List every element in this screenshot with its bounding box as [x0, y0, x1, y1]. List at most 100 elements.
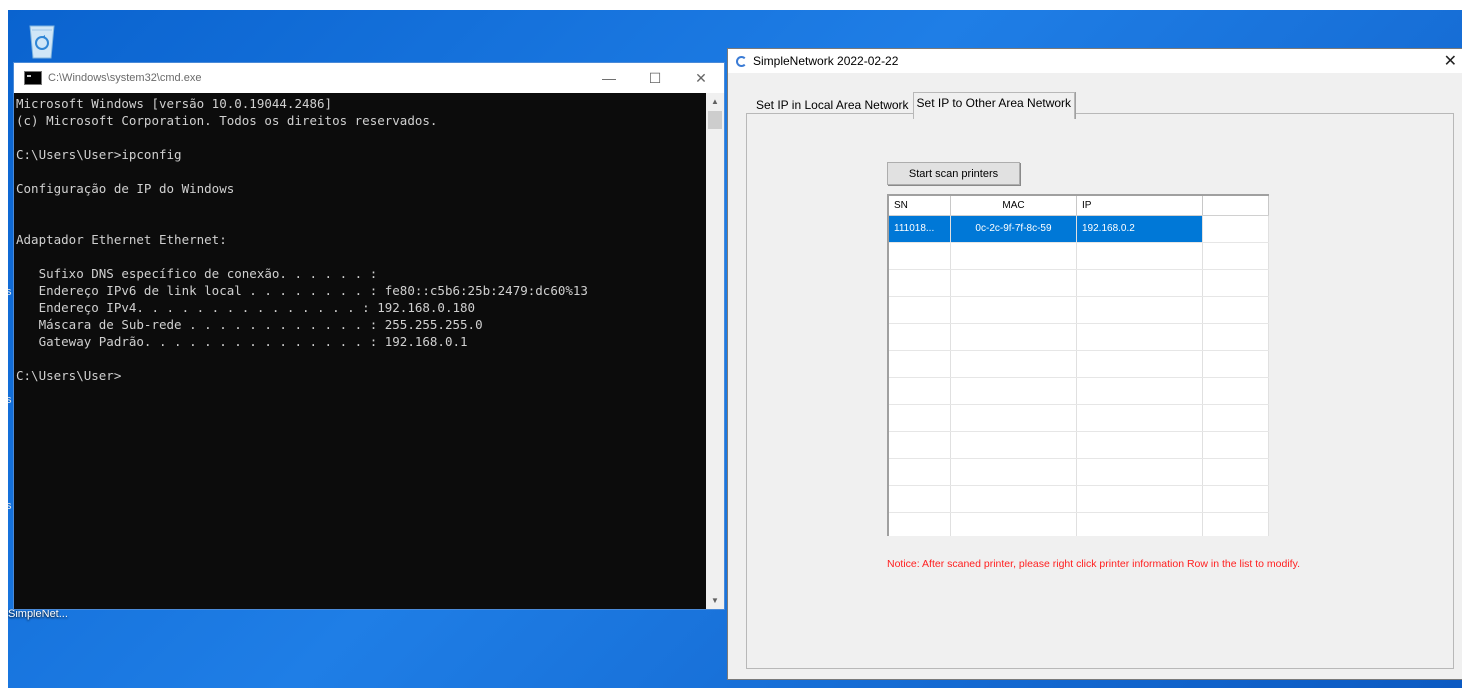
- console-line: Configuração de IP do Windows: [16, 181, 235, 196]
- cell-empty: [951, 297, 1077, 323]
- cell-empty: [889, 513, 951, 536]
- cell-empty: [889, 270, 951, 296]
- cell-sn: 111018...: [889, 216, 951, 242]
- column-header-ip[interactable]: IP: [1077, 196, 1203, 215]
- cmd-app-icon: [24, 71, 42, 85]
- cell-empty: [1203, 216, 1269, 242]
- start-scan-printers-button[interactable]: Start scan printers: [887, 162, 1020, 185]
- console-line: (c) Microsoft Corporation. Todos os dire…: [16, 113, 438, 128]
- cell-empty: [951, 324, 1077, 350]
- maximize-button[interactable]: ☐: [632, 63, 678, 93]
- cell-empty: [889, 486, 951, 512]
- cell-empty: [951, 351, 1077, 377]
- cell-empty: [889, 432, 951, 458]
- table-row-empty: [889, 351, 1269, 378]
- cell-empty: [1077, 297, 1203, 323]
- cell-empty: [889, 297, 951, 323]
- table-row-empty: [889, 270, 1269, 297]
- console-output[interactable]: Microsoft Windows [versão 10.0.19044.248…: [14, 93, 704, 609]
- recycle-bin-icon[interactable]: [22, 22, 62, 60]
- cmd-titlebar[interactable]: C:\Windows\system32\cmd.exe — ☐ ✕: [14, 63, 724, 93]
- close-button[interactable]: ✕: [678, 63, 724, 93]
- cell-empty: [1077, 513, 1203, 536]
- console-line: C:\Users\User>: [16, 368, 122, 383]
- console-line: Gateway Padrão. . . . . . . . . . . . . …: [16, 334, 468, 349]
- cell-ip: 192.168.0.2: [1077, 216, 1203, 242]
- console-line: Endereço IPv6 de link local . . . . . . …: [16, 283, 588, 298]
- table-row-empty: [889, 243, 1269, 270]
- desktop-edge-text: s: [8, 286, 12, 298]
- table-row[interactable]: 111018... 0c-2c-9f-7f-8c-59 192.168.0.2: [889, 216, 1269, 243]
- cell-empty: [889, 378, 951, 404]
- console-line: Adaptador Ethernet Ethernet:: [16, 232, 227, 247]
- column-header-extra[interactable]: [1203, 196, 1269, 215]
- minimize-button[interactable]: —: [586, 63, 632, 93]
- cell-empty: [1203, 297, 1269, 323]
- console-line: Máscara de Sub-rede . . . . . . . . . . …: [16, 317, 483, 332]
- notice-text: Notice: After scaned printer, please rig…: [887, 558, 1300, 570]
- table-row-empty: [889, 405, 1269, 432]
- cell-empty: [951, 513, 1077, 536]
- table-row-empty: [889, 486, 1269, 513]
- tab-panel: Start scan printers SN MAC IP 111018... …: [746, 113, 1454, 669]
- cell-empty: [951, 459, 1077, 485]
- table-row-empty: [889, 513, 1269, 536]
- cell-empty: [1077, 270, 1203, 296]
- simplenetwork-titlebar[interactable]: SimpleNetwork 2022-02-22 ✕: [728, 49, 1462, 73]
- cell-empty: [1077, 378, 1203, 404]
- cell-empty: [1203, 513, 1269, 536]
- cell-empty: [1203, 459, 1269, 485]
- tab-other-area-network[interactable]: Set IP to Other Area Network: [912, 92, 1076, 119]
- cell-empty: [1203, 486, 1269, 512]
- scrollbar-thumb[interactable]: [708, 111, 722, 129]
- scroll-down-icon[interactable]: ▼: [706, 592, 724, 609]
- desktop-edge-text: s: [8, 500, 12, 512]
- table-row-empty: [889, 297, 1269, 324]
- cell-mac: 0c-2c-9f-7f-8c-59: [951, 216, 1077, 242]
- cell-empty: [1077, 243, 1203, 269]
- cell-empty: [1203, 270, 1269, 296]
- cmd-window-title: C:\Windows\system32\cmd.exe: [48, 72, 202, 84]
- simplenetwork-app-icon: [736, 55, 747, 67]
- column-header-mac[interactable]: MAC: [951, 196, 1077, 215]
- cell-empty: [889, 405, 951, 431]
- console-line: C:\Users\User>ipconfig: [16, 147, 182, 162]
- printer-list[interactable]: SN MAC IP 111018... 0c-2c-9f-7f-8c-59 19…: [887, 194, 1269, 536]
- cell-empty: [951, 432, 1077, 458]
- simplenetwork-window-title: SimpleNetwork 2022-02-22: [753, 54, 899, 68]
- close-button[interactable]: ✕: [1444, 51, 1457, 71]
- scroll-up-icon[interactable]: ▲: [706, 93, 724, 110]
- cell-empty: [1203, 378, 1269, 404]
- cell-empty: [889, 459, 951, 485]
- cell-empty: [1077, 351, 1203, 377]
- console-line: Sufixo DNS específico de conexão. . . . …: [16, 266, 378, 281]
- cell-empty: [1203, 243, 1269, 269]
- cell-empty: [1077, 432, 1203, 458]
- cell-empty: [1077, 459, 1203, 485]
- cell-empty: [951, 243, 1077, 269]
- table-row-empty: [889, 459, 1269, 486]
- cell-empty: [951, 405, 1077, 431]
- cell-empty: [951, 270, 1077, 296]
- cmd-window: C:\Windows\system32\cmd.exe — ☐ ✕ Micros…: [13, 62, 725, 610]
- desktop: s s s SimpleNet... C:\Windows\system32\c…: [8, 10, 1462, 688]
- cell-empty: [889, 351, 951, 377]
- table-row-empty: [889, 324, 1269, 351]
- printer-list-body: 111018... 0c-2c-9f-7f-8c-59 192.168.0.2: [889, 216, 1269, 536]
- cell-empty: [951, 486, 1077, 512]
- column-header-sn[interactable]: SN: [889, 196, 951, 215]
- console-line: Endereço IPv4. . . . . . . . . . . . . .…: [16, 300, 476, 315]
- desktop-edge-text: s: [8, 394, 12, 406]
- cell-empty: [1203, 324, 1269, 350]
- cell-empty: [1077, 486, 1203, 512]
- cell-empty: [1203, 405, 1269, 431]
- simplenetwork-window: SimpleNetwork 2022-02-22 ✕ Set IP in Loc…: [727, 48, 1462, 680]
- cell-empty: [1203, 432, 1269, 458]
- cell-empty: [1077, 324, 1203, 350]
- console-scrollbar[interactable]: ▲ ▼: [706, 93, 724, 609]
